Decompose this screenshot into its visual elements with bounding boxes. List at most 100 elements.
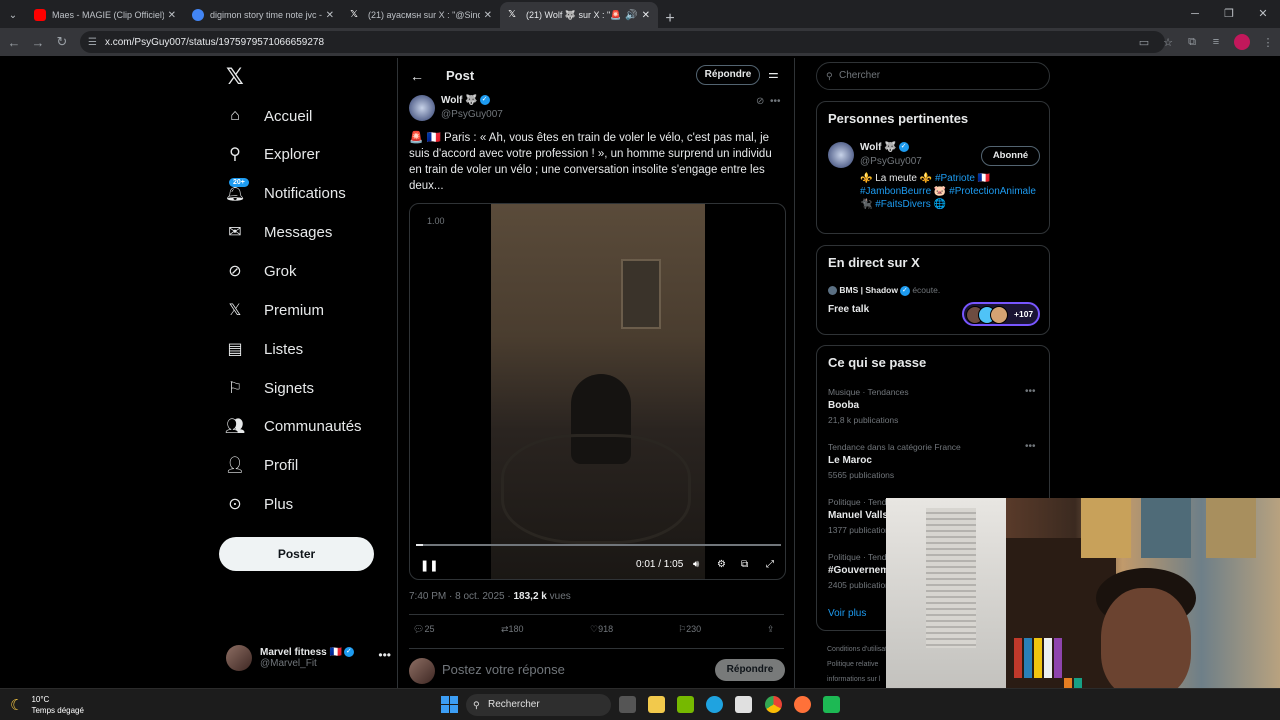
- nav-home[interactable]: ⌂ Accueil: [226, 101, 312, 131]
- video-bike-shape: [501, 434, 691, 544]
- following-button[interactable]: Abonné: [981, 146, 1040, 166]
- pip-icon[interactable]: ⧉: [741, 559, 748, 570]
- hashtag-link[interactable]: #JambonBeurre: [860, 186, 931, 197]
- forward-icon[interactable]: →: [26, 35, 50, 50]
- post-button[interactable]: Poster: [219, 537, 374, 571]
- bookmark-star-icon[interactable]: ☆: [1156, 36, 1180, 49]
- bookmark-action[interactable]: ⚐ 230: [678, 624, 701, 635]
- speaker-icon[interactable]: 🔊: [625, 10, 637, 21]
- address-bar[interactable]: ☰ x.com/PsyGuy007/status/197597957106665…: [80, 31, 1165, 53]
- volume-icon[interactable]: 🔊︎: [693, 559, 699, 570]
- nav-bookmarks[interactable]: ⚐ Signets: [226, 373, 314, 403]
- video-progress-bar[interactable]: [416, 544, 781, 546]
- relevant-name[interactable]: Wolf 🐺 ✓: [860, 142, 909, 153]
- close-tab-icon[interactable]: ✕: [326, 10, 334, 21]
- app-icon[interactable]: [823, 696, 840, 713]
- fullscreen-icon[interactable]: ⤢: [766, 559, 774, 570]
- close-window-icon[interactable]: ✕: [1246, 0, 1280, 28]
- nav-communities[interactable]: 👥︎ Communautés: [225, 411, 362, 441]
- more-icon[interactable]: •••: [1025, 441, 1036, 452]
- nav-profile[interactable]: 👤︎ Profil: [225, 450, 298, 480]
- nav-messages[interactable]: ✉ Messages: [226, 217, 332, 247]
- list-icon: ▤: [227, 341, 243, 358]
- more-icon[interactable]: •••: [1025, 386, 1036, 397]
- more-icon[interactable]: •••: [378, 648, 391, 662]
- reload-icon[interactable]: ↻: [50, 34, 74, 50]
- author-avatar[interactable]: [409, 95, 435, 121]
- close-tab-icon[interactable]: ✕: [484, 10, 492, 21]
- new-tab-button[interactable]: +: [658, 10, 682, 28]
- author-handle[interactable]: @PsyGuy007: [441, 109, 503, 120]
- profile-avatar[interactable]: [1234, 34, 1250, 50]
- nvidia-icon[interactable]: [677, 696, 694, 713]
- hashtag-link[interactable]: #Patriote: [935, 173, 975, 184]
- avatar[interactable]: [828, 142, 854, 168]
- back-arrow-icon[interactable]: ←: [410, 68, 424, 84]
- reply-button[interactable]: Répondre: [696, 65, 760, 85]
- weather-widget[interactable]: ☾ 10°C Temps dégagé: [10, 694, 84, 716]
- trend-name[interactable]: Le Maroc: [828, 455, 872, 466]
- browser-tab[interactable]: digimon story time note jvc - Re ✕: [184, 2, 342, 28]
- grok-icon[interactable]: ⊘: [756, 96, 764, 107]
- space-title[interactable]: Free talk: [828, 304, 869, 315]
- windows-start-icon[interactable]: [441, 696, 458, 713]
- nav-premium[interactable]: 𝕏 Premium: [226, 295, 324, 325]
- file-explorer-icon[interactable]: [648, 696, 665, 713]
- media-icon[interactable]: ≡: [1204, 36, 1228, 48]
- browser-tab[interactable]: Maes - MAGIE (Clip Officiel) - Y ✕: [26, 2, 184, 28]
- edge-icon[interactable]: [706, 696, 723, 713]
- store-icon[interactable]: [735, 696, 752, 713]
- close-tab-icon[interactable]: ✕: [168, 10, 176, 21]
- menu-icon[interactable]: ⋮: [1256, 36, 1280, 49]
- trend-count: 5565 publications: [828, 470, 895, 480]
- account-switcher[interactable]: Marvel fitness 🇫🇷 ✓ @Marvel_Fit •••: [226, 642, 391, 674]
- more-icon[interactable]: •••: [770, 96, 781, 107]
- browser-tab[interactable]: 𝕏 (21) аyacмsн sur X : "@SindyOl ✕: [342, 2, 500, 28]
- site-info-icon[interactable]: ☰: [88, 37, 97, 48]
- task-view-icon[interactable]: [619, 696, 636, 713]
- restore-icon[interactable]: ❐: [1212, 0, 1246, 28]
- pause-icon[interactable]: ❚❚: [420, 559, 438, 572]
- video-player[interactable]: 1.00 ❚❚ 0:01 / 1:05 🔊︎ ⚙ ⧉ ⤢: [409, 203, 786, 580]
- relevant-handle[interactable]: @PsyGuy007: [860, 156, 922, 167]
- trend-name[interactable]: Booba: [828, 400, 859, 411]
- back-icon[interactable]: ←: [2, 35, 26, 50]
- chrome-icon[interactable]: [765, 696, 782, 713]
- reply-input[interactable]: Postez votre réponse: [442, 662, 565, 677]
- settings-gear-icon[interactable]: ⚙: [717, 559, 726, 570]
- tab-search-icon[interactable]: ⌄: [0, 2, 26, 28]
- taskbar-search[interactable]: ⚲ Rechercher: [466, 694, 611, 716]
- share-icon[interactable]: ⇪: [767, 624, 775, 635]
- like-action[interactable]: ♡ 918: [590, 624, 613, 635]
- bio: ⚜️ La meute ⚜️ #Patriote 🇫🇷 #JambonBeurr…: [860, 172, 1040, 211]
- bio-text: 🇫🇷: [974, 173, 991, 184]
- nav-notifications[interactable]: 🔔︎ 20+ Notifications: [225, 178, 346, 208]
- x-logo-icon[interactable]: 𝕏: [226, 64, 244, 90]
- settings-sliders-icon[interactable]: ⚌: [768, 67, 779, 81]
- hashtag-link[interactable]: #ProtectionAnimale: [949, 186, 1036, 197]
- close-tab-icon[interactable]: ✕: [642, 10, 650, 21]
- nav-grok[interactable]: ⊘ Grok: [226, 256, 296, 286]
- nav-explore[interactable]: ⚲ Explorer: [226, 139, 320, 169]
- repost-action[interactable]: ⇄ 180: [501, 624, 524, 635]
- browser-tab-active[interactable]: 𝕏 (21) Wolf 🐺 sur X : "🚨 🇫🇷 Pa 🔊 ✕: [500, 2, 658, 28]
- space-listeners[interactable]: +107: [962, 302, 1040, 326]
- live-host[interactable]: BMS | Shadow ✓ écoute.: [828, 285, 940, 296]
- author-name[interactable]: Wolf 🐺 ✓: [441, 95, 490, 106]
- extensions-icon[interactable]: ⧉: [1180, 36, 1204, 49]
- minimize-icon[interactable]: ─: [1178, 0, 1212, 28]
- firefox-icon[interactable]: [794, 696, 811, 713]
- hashtag-link[interactable]: #FaitsDivers: [875, 199, 931, 210]
- trend-name[interactable]: Manuel Valls: [828, 510, 888, 521]
- post-timestamp[interactable]: 7:40 PM · 8 oct. 2025 ·: [409, 591, 514, 602]
- reply-submit-button[interactable]: Répondre: [715, 659, 785, 681]
- reply-action[interactable]: 💬︎ 25: [413, 624, 434, 635]
- nav-lists[interactable]: ▤ Listes: [226, 334, 303, 364]
- cast-icon[interactable]: ▭: [1132, 36, 1156, 49]
- legal-link[interactable]: informations sur l: [827, 676, 880, 683]
- search-input[interactable]: ⚲ Chercher: [816, 62, 1050, 90]
- legal-link[interactable]: Politique relative: [827, 661, 878, 668]
- see-more-link[interactable]: Voir plus: [828, 608, 866, 619]
- nav-more[interactable]: ⊙ Plus: [226, 489, 293, 519]
- video-window-shape: [621, 259, 661, 329]
